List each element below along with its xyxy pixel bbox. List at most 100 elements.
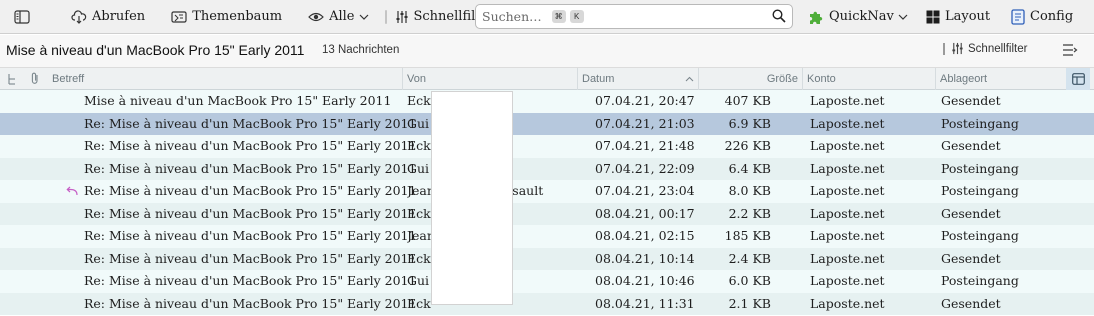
sidebar-toggle-button[interactable] [8, 4, 41, 30]
message-account: Laposte.net [810, 250, 885, 266]
column-header-size[interactable]: Größe [698, 68, 802, 90]
message-subject: Re: Mise à niveau d'un MacBook Pro 15" E… [84, 205, 417, 221]
column-header-row: Betreff Von Datum Größe Konto Ablageort [0, 68, 1094, 90]
message-date: 08.04.21, 11:31 [595, 295, 695, 311]
sidebar-icon [14, 9, 30, 24]
message-row[interactable]: Re: Mise à niveau d'un MacBook Pro 15" E… [0, 112, 1094, 135]
message-row[interactable]: Mise à niveau d'un MacBook Pro 15" Early… [0, 90, 1094, 113]
message-row[interactable]: Re: Mise à niveau d'un MacBook Pro 15" E… [0, 270, 1094, 293]
message-row[interactable]: Re: Mise à niveau d'un MacBook Pro 15" E… [0, 292, 1094, 315]
sliders-icon [396, 10, 407, 23]
message-size: 2.1 KB [728, 295, 771, 311]
message-folder: Gesendet [941, 205, 1001, 221]
column-header-date-label: Datum [582, 73, 615, 85]
message-size: 2.2 KB [728, 205, 771, 221]
message-folder: Gesendet [941, 250, 1001, 266]
thread-tree-label: Themenbaum [192, 9, 283, 24]
column-header-from[interactable]: Von [402, 68, 577, 90]
thread-tree-button[interactable]: Themenbaum [165, 4, 288, 30]
column-header-folder[interactable]: Ablageort [935, 68, 1066, 90]
message-row[interactable]: Re: Mise à niveau d'un MacBook Pro 15" E… [0, 135, 1094, 158]
message-account: Laposte.net [810, 160, 885, 176]
message-account: Laposte.net [810, 295, 885, 311]
attachment-column-header[interactable] [26, 68, 48, 90]
quick-filter-toggle[interactable]: Schnellfilter [943, 42, 1027, 55]
message-size: 407 KB [724, 93, 771, 108]
message-row[interactable]: Re: Mise à niveau d'un MacBook Pro 15" E… [0, 247, 1094, 270]
replied-icon [66, 184, 78, 199]
search-icon [772, 9, 786, 23]
message-folder: Posteingang [941, 183, 1019, 198]
paperclip-icon [31, 72, 38, 84]
column-header-date[interactable]: Datum [577, 68, 698, 90]
message-date: 08.04.21, 10:46 [595, 273, 695, 288]
shortcut-k-key: K [569, 10, 584, 23]
layout-grid-icon [926, 10, 940, 23]
message-subject: Re: Mise à niveau d'un MacBook Pro 15" E… [84, 273, 417, 288]
message-account: Laposte.net [810, 273, 885, 288]
message-subject: Mise à niveau d'un MacBook Pro 15" Early… [84, 93, 392, 108]
message-subject: Re: Mise à niveau d'un MacBook Pro 15" E… [84, 295, 417, 311]
layout-button[interactable]: Layout [920, 4, 996, 30]
message-account: Laposte.net [810, 228, 885, 243]
thread-column-header[interactable] [0, 68, 26, 90]
message-account: Laposte.net [810, 138, 885, 153]
message-date: 08.04.21, 10:14 [595, 250, 695, 266]
message-folder: Gesendet [941, 93, 1001, 108]
cloud-download-icon [71, 9, 87, 24]
message-list: Mise à niveau d'un MacBook Pro 15" Early… [0, 90, 1094, 315]
list-options-icon[interactable] [1062, 43, 1078, 57]
get-messages-button[interactable]: Abrufen [65, 4, 151, 30]
quicknav-button[interactable]: QuickNav [802, 4, 914, 30]
search-input[interactable]: Suchen… ⌘ K [475, 4, 793, 29]
message-size: 226 KB [724, 138, 771, 153]
message-size: 6.9 KB [728, 115, 771, 131]
view-filter-label: Alle [329, 9, 355, 24]
view-filter-button[interactable]: Alle [302, 4, 374, 30]
message-date: 08.04.21, 00:17 [595, 205, 695, 221]
puzzle-icon [810, 11, 823, 24]
layout-label: Layout [945, 9, 991, 24]
message-size: 185 KB [724, 228, 771, 243]
message-subject: Re: Mise à niveau d'un MacBook Pro 15" E… [84, 183, 417, 198]
message-date: 07.04.21, 22:09 [595, 160, 695, 176]
message-date: 07.04.21, 23:04 [595, 183, 695, 198]
main-toolbar: Abrufen Themenbaum Alle Schnellfilter Su… [0, 0, 1094, 34]
message-folder: Posteingang [941, 228, 1019, 243]
message-date: 07.04.21, 21:03 [595, 115, 695, 131]
message-size: 6.0 KB [728, 273, 771, 288]
message-row[interactable]: Re: Mise à niveau d'un MacBook Pro 15" E… [0, 202, 1094, 225]
column-header-subject[interactable]: Betreff [48, 68, 402, 90]
message-subject: Re: Mise à niveau d'un MacBook Pro 15" E… [84, 160, 417, 176]
message-date: 07.04.21, 21:48 [595, 138, 695, 153]
quick-filter-divider [943, 42, 945, 55]
message-row[interactable]: Re: Mise à niveau d'un MacBook Pro 15" E… [0, 225, 1094, 248]
message-size: 2.4 KB [728, 250, 771, 266]
message-folder: Posteingang [941, 115, 1019, 131]
document-icon [1011, 8, 1025, 25]
config-button[interactable]: Config [1005, 4, 1079, 30]
message-date: 08.04.21, 02:15 [595, 228, 695, 243]
message-row[interactable]: Re: Mise à niveau d'un MacBook Pro 15" E… [0, 180, 1094, 203]
message-row[interactable]: Re: Mise à niveau d'un MacBook Pro 15" E… [0, 157, 1094, 180]
toolbar-separator [384, 9, 387, 24]
column-header-account[interactable]: Konto [802, 68, 935, 90]
sliders-icon [952, 42, 963, 55]
sort-ascending-icon [685, 76, 694, 82]
message-size: 8.0 KB [728, 183, 771, 198]
thread-icon [8, 74, 15, 85]
message-folder: Posteingang [941, 273, 1019, 288]
page-title: Mise à niveau d'un MacBook Pro 15" Early… [6, 42, 305, 58]
shortcut-cmd-key: ⌘ [551, 10, 566, 23]
eye-icon [308, 12, 324, 21]
message-count: 13 Nachrichten [322, 44, 400, 56]
message-folder: Gesendet [941, 138, 1001, 153]
search-placeholder: Suchen… [482, 9, 542, 24]
column-picker-icon [1071, 73, 1085, 85]
folder-header: Mise à niveau d'un MacBook Pro 15" Early… [0, 35, 1094, 68]
config-label: Config [1030, 9, 1074, 24]
redaction-box [431, 91, 513, 305]
chevron-down-icon [898, 14, 908, 20]
column-picker-button[interactable] [1066, 68, 1090, 90]
message-folder: Gesendet [941, 295, 1001, 311]
